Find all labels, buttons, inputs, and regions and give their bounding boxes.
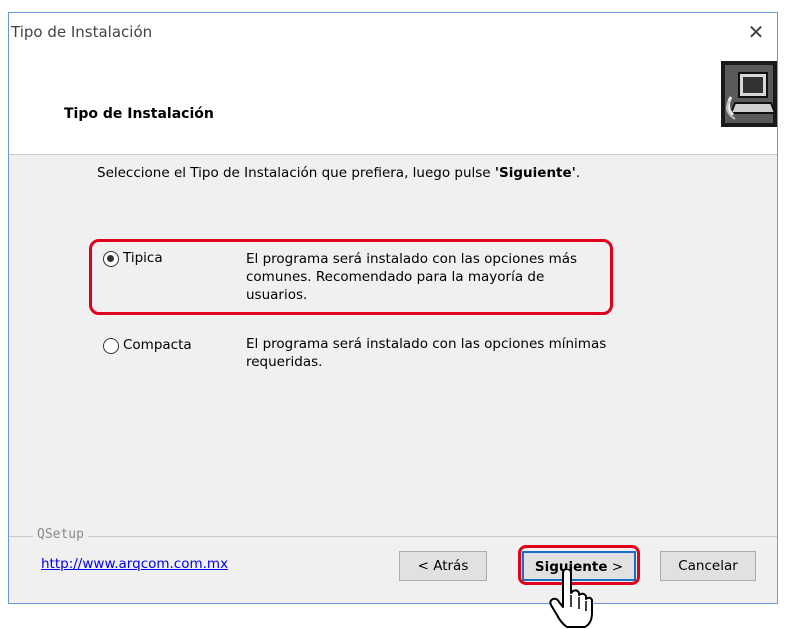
instruction-text: Seleccione el Tipo de Instalación que pr…	[97, 165, 580, 181]
compacta-description-line: requeridas.	[246, 354, 323, 370]
tipica-radio[interactable]	[103, 251, 119, 267]
back-button[interactable]: < Atrás	[399, 551, 487, 581]
instruction-text-end: .	[575, 165, 581, 181]
instruction-text-start: Seleccione el Tipo de Instalación que pr…	[97, 165, 495, 181]
instruction-text-bold: 'Siguiente'	[494, 165, 576, 181]
cancel-button[interactable]: Cancelar	[660, 551, 756, 581]
hand-cursor-icon	[549, 569, 593, 628]
compacta-label[interactable]: Compacta	[123, 337, 192, 353]
compacta-radio[interactable]	[103, 338, 119, 354]
tipica-description-line: comunes. Recomendado para la mayoría de	[246, 269, 545, 285]
footer-divider	[9, 536, 777, 537]
title-bar: Tipo de Instalación ✕	[9, 13, 777, 53]
window-title: Tipo de Instalación	[11, 23, 153, 41]
tipica-description-line: usuarios.	[246, 287, 308, 303]
qsetup-group-label: QSetup	[33, 527, 88, 542]
installer-computer-icon	[721, 61, 777, 127]
header-banner: Tipo de Instalación	[9, 53, 777, 155]
close-icon[interactable]: ✕	[743, 19, 769, 45]
website-link[interactable]: http://www.arqcom.com.mx	[41, 556, 228, 572]
page-title: Tipo de Instalación	[64, 106, 214, 122]
tipica-description: El programa será instalado con las opcio…	[246, 250, 626, 304]
tipica-description-line: El programa será instalado con las opcio…	[246, 251, 578, 267]
compacta-description-line: El programa será instalado con las opcio…	[246, 336, 607, 352]
tipica-label[interactable]: Tipica	[123, 250, 163, 266]
compacta-description: El programa será instalado con las opcio…	[246, 335, 626, 371]
installer-dialog: Tipo de Instalación ✕ Tipo de Instalació…	[8, 12, 778, 628]
